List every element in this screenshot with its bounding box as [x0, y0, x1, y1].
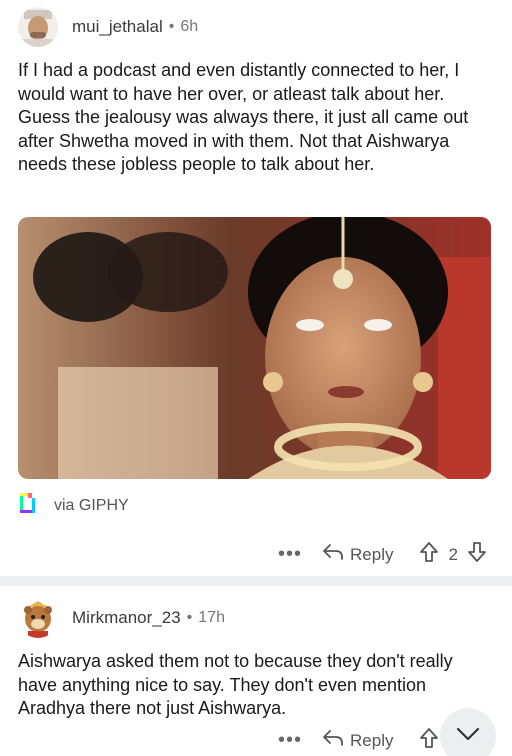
username[interactable]: mui_jethalal: [72, 17, 163, 37]
comment-age: 17h: [198, 609, 225, 626]
more-options-button[interactable]: •••: [278, 543, 302, 566]
reply-label: Reply: [350, 544, 394, 564]
more-options-button[interactable]: •••: [278, 729, 302, 752]
username[interactable]: Mirkmanor_23: [72, 608, 181, 628]
downvote-arrow-icon[interactable]: [467, 541, 487, 568]
vote-count: 2: [448, 544, 458, 564]
comment-age: 6h: [180, 18, 199, 35]
reply-arrow-icon: [322, 729, 344, 752]
reply-button[interactable]: Reply: [322, 543, 393, 566]
chevron-down-icon: [455, 726, 481, 747]
giphy-attribution: via GIPHY: [18, 491, 129, 520]
giphy-logo-icon: [18, 491, 38, 520]
gif-attachment[interactable]: [18, 217, 491, 479]
scroll-down-button[interactable]: [440, 708, 496, 756]
reply-label: Reply: [350, 730, 394, 750]
meta-separator: •: [168, 18, 175, 35]
giphy-label: via GIPHY: [54, 496, 129, 514]
comment-divider: [0, 576, 512, 586]
vote-controls: [419, 727, 439, 754]
vote-controls: 2: [419, 541, 486, 568]
reply-arrow-icon: [322, 543, 344, 566]
avatar[interactable]: [18, 7, 58, 47]
upvote-arrow-icon[interactable]: [419, 727, 439, 754]
meta-separator: •: [186, 609, 193, 626]
upvote-arrow-icon[interactable]: [419, 541, 439, 568]
comment-actions: ••• Reply 2: [278, 541, 487, 568]
avatar[interactable]: [18, 598, 58, 638]
comment-body: Aishwarya asked them not to because they…: [18, 651, 453, 718]
comment-header: Mirkmanor_23 • 17h: [18, 598, 225, 638]
comment-body: If I had a podcast and even distantly co…: [18, 60, 469, 174]
comment-header: mui_jethalal • 6h: [18, 7, 198, 47]
reply-button[interactable]: Reply: [322, 729, 393, 752]
comment-actions: ••• Reply: [278, 727, 439, 754]
